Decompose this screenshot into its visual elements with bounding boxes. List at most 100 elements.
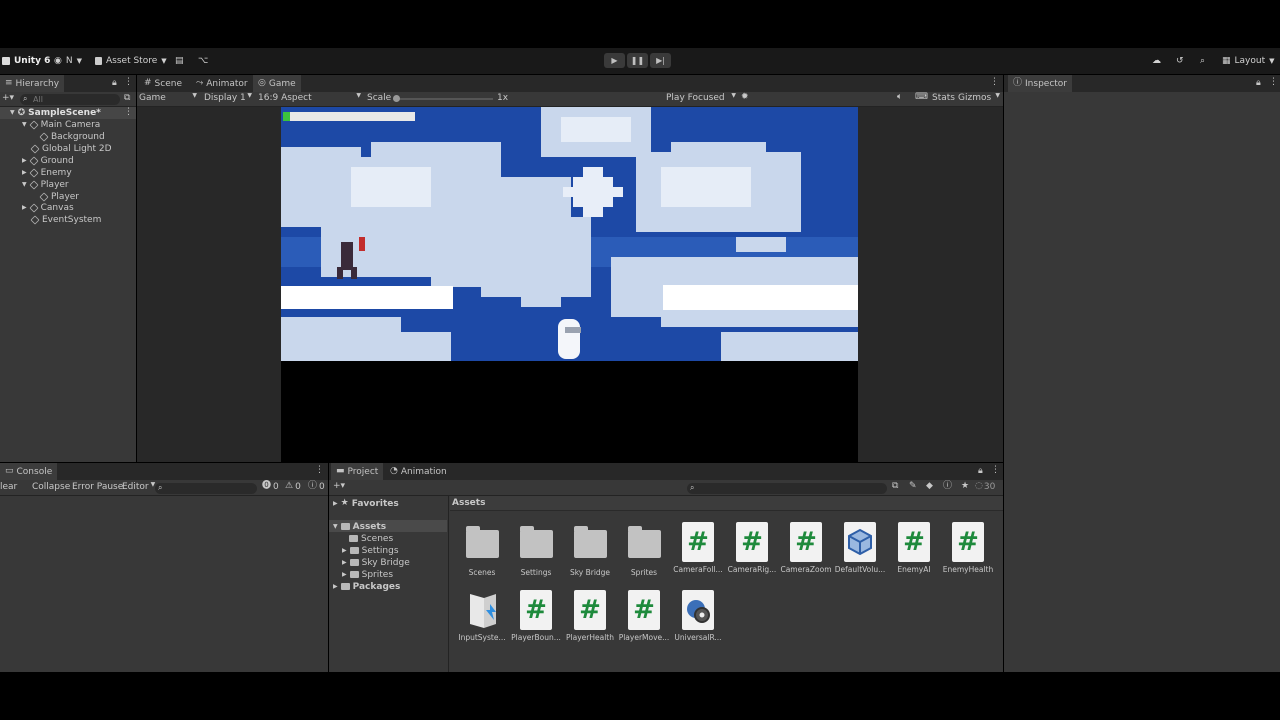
collapse-button[interactable]: Collapse (32, 482, 70, 492)
scene-item[interactable]: ▼ ✪ SampleScene* (10, 107, 101, 119)
game-render-area[interactable] (281, 107, 858, 462)
tree-folder[interactable]: ▶ Sprites (342, 569, 393, 580)
tab-game[interactable]: ◎ Game (253, 75, 301, 92)
tree-packages[interactable]: ▶ Packages (333, 581, 400, 592)
hidden-packages-toggle[interactable]: ◌ 30 (975, 482, 995, 493)
more-options-icon[interactable]: ⋮ (991, 466, 1000, 475)
more-options-icon[interactable]: ⋮ (990, 78, 999, 87)
asset-script[interactable]: # CameraFoll... (672, 522, 724, 574)
breadcrumb-assets[interactable]: Assets (452, 498, 485, 508)
step-button[interactable]: ▶| (650, 53, 671, 68)
console-toolbar: lear Collapse Error Pause Editor ▼ ⌕ ⓿0 ⚠… (0, 481, 328, 496)
editor-dropdown[interactable]: Editor ▼ (122, 482, 155, 493)
asset-script[interactable]: # EnemyAI (888, 522, 940, 574)
asset-label: PlayerHealth (566, 633, 614, 642)
play-focused-dropdown[interactable]: Play Focused ▼ (666, 93, 736, 104)
favorite-star-icon[interactable]: ★ (961, 482, 969, 491)
hierarchy-item[interactable]: Global Light 2D (30, 143, 112, 155)
more-options-icon[interactable]: ⋮ (124, 78, 133, 87)
hierarchy-item[interactable]: ▶ Canvas (22, 202, 74, 214)
bug-icon[interactable]: ✹ (741, 93, 749, 102)
version-control-button[interactable]: ⌥ (198, 54, 208, 68)
chevron-down-icon: ▼ (995, 92, 1000, 99)
unity-menu[interactable]: Unity 6 (2, 54, 50, 68)
asset-folder-sprites[interactable]: Sprites (618, 526, 670, 577)
add-icon[interactable]: +▾ (2, 94, 14, 103)
tab-hierarchy[interactable]: ≡ Hierarchy (0, 75, 65, 92)
tab-inspector[interactable]: ⓘ Inspector (1008, 75, 1072, 92)
clear-button[interactable]: lear (0, 482, 17, 492)
account-button[interactable]: ◉ N ▼ (54, 54, 82, 68)
package-button[interactable]: ▤ (175, 54, 184, 68)
gizmos-dropdown[interactable]: Gizmos ▼ (958, 92, 1000, 104)
tab-project[interactable]: ▬ Project (331, 463, 384, 480)
asset-render-settings[interactable]: UniversalR... (672, 590, 724, 642)
tab-scene[interactable]: # Scene (139, 75, 187, 92)
asset-volume-profile[interactable]: DefaultVolu... (834, 522, 886, 574)
lock-icon[interactable]: 🔒︎ (978, 467, 983, 476)
asset-folder-scenes[interactable]: Scenes (456, 526, 508, 577)
hierarchy-item[interactable]: ▼ Main Camera (22, 119, 100, 131)
scale-slider[interactable] (393, 95, 493, 102)
tree-favorites[interactable]: ▶ ★ Favorites (333, 498, 399, 509)
step-icon: ▶| (656, 55, 665, 65)
tree-folder[interactable]: Scenes (349, 533, 393, 544)
info-icon[interactable]: ⓘ (943, 482, 952, 491)
tab-animation[interactable]: ◔ Animation (385, 463, 452, 480)
tree-folder[interactable]: ▶ Settings (342, 545, 399, 556)
tree-folder[interactable]: ▶ Sky Bridge (342, 557, 410, 568)
audio-icon[interactable]: 🔈︎ (897, 93, 902, 102)
tag-icon[interactable]: ◆ (926, 482, 933, 491)
asset-script[interactable]: # CameraRig... (726, 522, 778, 574)
display-dropdown[interactable]: Display 1 ▼ (204, 93, 252, 104)
filter-by-label-icon[interactable]: ✎ (909, 482, 917, 491)
error-pause-button[interactable]: Error Pause (72, 482, 123, 492)
history-button[interactable]: ↺ (1176, 54, 1184, 68)
console-search-input[interactable]: ⌕ (155, 483, 257, 494)
cloud-button[interactable]: ☁ (1152, 54, 1161, 68)
more-options-icon[interactable]: ⋮ (315, 466, 324, 475)
asset-script[interactable]: # PlayerBoun... (510, 590, 562, 642)
error-count-toggle[interactable]: ⓿0 (262, 482, 279, 493)
lock-icon[interactable]: 🔒︎ (1256, 79, 1261, 88)
filter-icon[interactable]: ⧉ (124, 94, 130, 103)
asset-script[interactable]: # CameraZoom (780, 522, 832, 574)
stats-button[interactable]: Stats (932, 93, 955, 103)
info-count-toggle[interactable]: ⓘ 0 (308, 482, 325, 493)
lock-icon[interactable]: 🔒︎ (112, 79, 117, 88)
hierarchy-item[interactable]: ▶ Ground (22, 155, 74, 167)
warning-count-toggle[interactable]: ⚠ 0 (285, 482, 301, 493)
hierarchy-item[interactable]: ▼ Player (22, 179, 69, 191)
scale-slider-handle[interactable] (393, 95, 400, 102)
pause-button[interactable]: ❚❚ (627, 53, 648, 68)
layout-dropdown[interactable]: ▦ Layout ▼ (1222, 54, 1275, 68)
asset-folder-settings[interactable]: Settings (510, 526, 562, 577)
play-button[interactable]: ▶ (604, 53, 625, 68)
hierarchy-item[interactable]: ▶ Enemy (22, 167, 72, 179)
display-mode-dropdown[interactable]: Game ▼ (139, 93, 197, 104)
asset-folder-sky-bridge[interactable]: Sky Bridge (564, 526, 616, 577)
ground-platform-right (663, 285, 858, 310)
hierarchy-item[interactable]: EventSystem (30, 214, 101, 226)
asset-script[interactable]: # EnemyHealth (942, 522, 994, 574)
csharp-script-icon: # (574, 590, 606, 630)
scene-options-icon[interactable]: ⋮ (124, 108, 133, 117)
csharp-script-icon: # (682, 522, 714, 562)
asset-input-actions[interactable]: InputSyste... (456, 590, 508, 642)
aspect-dropdown[interactable]: 16:9 Aspect ▼ (258, 93, 361, 104)
asset-store-button[interactable]: Asset Store ▼ (95, 54, 167, 68)
more-options-icon[interactable]: ⋮ (1269, 78, 1278, 87)
tree-assets[interactable]: ▼ Assets (333, 521, 386, 532)
asset-script[interactable]: # PlayerHealth (564, 590, 616, 642)
search-button[interactable]: ⌕ (1200, 54, 1205, 68)
hierarchy-search-input[interactable]: ⌕ All (20, 94, 120, 105)
keyboard-icon[interactable]: ⌨ (915, 93, 928, 102)
project-search-input[interactable]: ⌕ (687, 483, 887, 494)
tab-console[interactable]: ▭ Console (0, 463, 58, 480)
search-by-type-icon[interactable]: ⧉ (892, 482, 898, 491)
hierarchy-item[interactable]: Background (39, 131, 105, 143)
asset-script[interactable]: # PlayerMove... (618, 590, 670, 642)
add-icon[interactable]: +▾ (333, 482, 345, 491)
hierarchy-item-label: Background (51, 132, 105, 142)
tab-animator[interactable]: ⤳ Animator (191, 75, 253, 92)
